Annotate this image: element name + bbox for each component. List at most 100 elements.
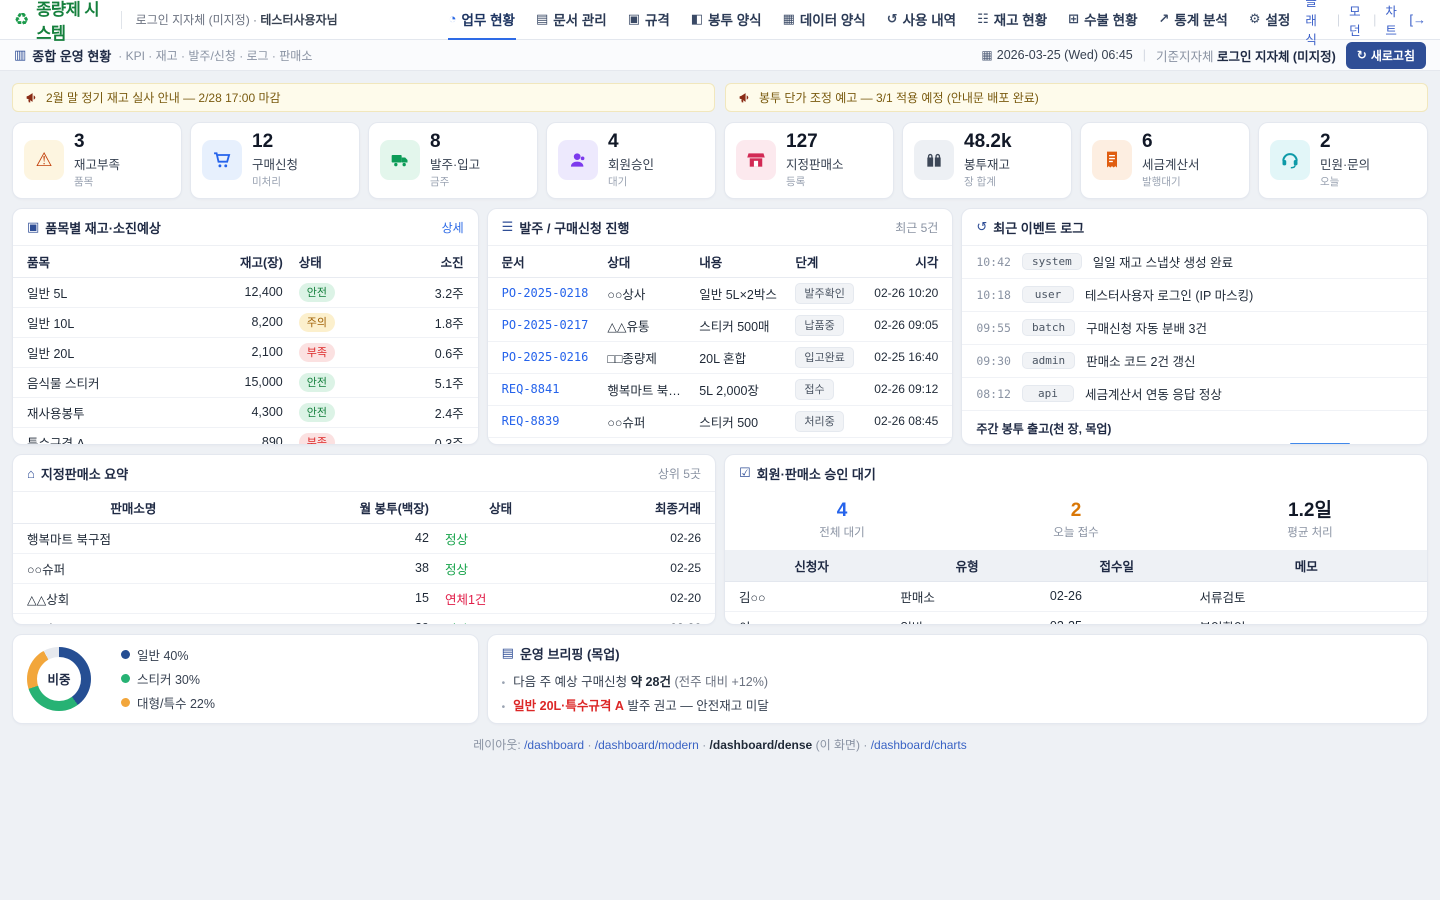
nav-tab-settings[interactable]: ⚙설정 (1248, 0, 1292, 40)
table-icon: ▦ (783, 11, 795, 27)
layout-link-modern[interactable]: /dashboard/modern (595, 738, 699, 752)
table-row[interactable]: △△상회15연체1건02-20 (13, 583, 715, 613)
stat-today-received: 2 (959, 500, 1193, 522)
nav-tab-usage-history[interactable]: ↺사용 내역 (886, 0, 957, 40)
table-row[interactable]: 행복마트 북구점42정상02-26 (13, 523, 715, 553)
cart-icon (202, 140, 242, 180)
status-badge: 부족 (299, 433, 335, 445)
stage-badge: 입고완료 (795, 347, 853, 368)
region-value: 로그인 지자체 (미지정) (1217, 50, 1336, 64)
table-row[interactable]: 일반 10L8,200주의1.8주 (13, 307, 478, 337)
brand: ♻ 종량제 시스템 (14, 0, 107, 44)
nav-tab-inventory[interactable]: ☷재고 현황 (976, 0, 1048, 40)
kpi-label: 봉투재고 (964, 154, 1012, 173)
status-badge: 안전 (299, 283, 335, 302)
table-row[interactable]: 음식물 스티커15,000안전5.1주 (13, 367, 478, 397)
kpi-card-tax-invoice[interactable]: 6세금계산서발행대기 (1080, 122, 1250, 199)
share-donut-panel: 비중 일반 40% 스티커 30% 대형/특수 22% (12, 634, 479, 724)
table-row[interactable]: ○○슈퍼38정상02-25 (13, 553, 715, 583)
document-link[interactable]: PO-2025-0218 (502, 286, 589, 300)
layout-link-charts[interactable]: /dashboard/charts (871, 738, 967, 752)
table-row[interactable]: 김○○판매소02-26서류검토 (725, 581, 1427, 611)
log-row: 08:12api세금계산서 연동 응답 정상 (962, 378, 1427, 411)
kpi-card-purchase-requests[interactable]: 12구매신청미처리 (190, 122, 360, 199)
weekly-bar-chart (962, 443, 1427, 445)
table-row[interactable]: PO-2025-0217△△유통스티커 500매납품중02-26 09:05 (488, 309, 953, 341)
breadcrumb: · KPI · 재고 · 발주/신청 · 로그 · 판매소 (118, 47, 312, 64)
kpi-sub: 미처리 (252, 174, 298, 189)
kpi-card-member-approval[interactable]: 4회원승인대기 (546, 122, 716, 199)
weekly-chart-title: 주간 봉투 출고(천 장, 목업) (962, 411, 1427, 443)
kpi-sub: 금주 (430, 174, 480, 189)
legend-item: 대형/특수 22% (121, 693, 215, 712)
document-link[interactable]: REQ-8841 (502, 382, 560, 396)
legend-dot (121, 674, 130, 683)
column-header: 접수일 (1042, 550, 1192, 582)
table-row[interactable]: 재사용봉투4,300안전2.4주 (13, 397, 478, 427)
refresh-button[interactable]: ↻새로고침 (1346, 42, 1426, 69)
column-header: 최종거래 (564, 492, 715, 524)
logout-icon[interactable]: [→ (1409, 12, 1426, 27)
current-note: (이 화면) (816, 738, 860, 752)
grid-icon: ▥ (14, 47, 26, 63)
layout-link-dashboard[interactable]: /dashboard (524, 738, 584, 752)
column-header: 상태 (437, 492, 564, 524)
view-link-modern[interactable]: 모던 (1349, 1, 1364, 39)
notice-banner: 봉투 단가 조정 예고 — 3/1 적용 예정 (안내문 배포 완료) (725, 83, 1428, 112)
log-tag-badge: user (1022, 286, 1074, 303)
calendar-icon: ▦ (981, 48, 992, 62)
history-icon: ↺ (887, 11, 898, 27)
table-row[interactable]: 일반 20L2,100부족0.6주 (13, 337, 478, 367)
nav-tab-specs[interactable]: ▣규격 (627, 0, 671, 40)
log-row: 10:42system일일 재고 스냅샷 생성 완료 (962, 246, 1427, 279)
login-user-line: 로그인 지자체 (미지정) · 테스터사용자님 (136, 11, 338, 28)
region-label: 기준지자체 (1156, 50, 1214, 64)
nav-tab-stats[interactable]: ↗통계 분석 (1158, 0, 1229, 40)
log-row: 09:30admin판매소 코드 2건 갱신 (962, 345, 1427, 378)
panel-title: 최근 이벤트 로그 (993, 218, 1084, 237)
log-row: 09:55batch구매신청 자동 분배 3건 (962, 312, 1427, 345)
nav-tab-documents[interactable]: ▤문서 관리 (535, 0, 608, 40)
table-row[interactable]: PO-2025-0218○○상사일반 5L×2박스발주확인02-26 10:20 (488, 277, 953, 309)
table-row[interactable]: 특수규격 A890부족0.3주 (13, 427, 478, 445)
divider (121, 11, 122, 29)
divider: | (1337, 13, 1340, 27)
bar-sat (1290, 443, 1350, 445)
top-bar: ♻ 종량제 시스템 로그인 지자체 (미지정) · 테스터사용자님 ◔업무 현황… (0, 0, 1440, 40)
notice-banner: 2월 말 정기 재고 실사 안내 — 2/28 17:00 마감 (12, 83, 715, 112)
column-header: 단계 (787, 246, 864, 278)
nav-tab-data-forms[interactable]: ▦데이터 양식 (782, 0, 867, 40)
table-row[interactable]: 일반 5L12,400안전3.2주 (13, 277, 478, 307)
log-tag-badge: admin (1022, 352, 1075, 369)
inventory-icon: ☷ (977, 11, 989, 27)
nav-tab-work-status[interactable]: ◔업무 현황 (448, 0, 516, 40)
datetime: ▦2026-03-25 (Wed) 06:45 (981, 48, 1132, 62)
document-link[interactable]: PO-2025-0217 (502, 318, 589, 332)
table-row[interactable]: REQ-8841행복마트 북…5L 2,000장접수02-26 09:12 (488, 373, 953, 405)
document-link[interactable]: REQ-8839 (502, 414, 560, 428)
nav-tab-ledger[interactable]: ⊞수불 현황 (1067, 0, 1138, 40)
bag-icon: ◧ (691, 11, 703, 27)
store-summary-panel: ⌂ 지정판매소 요약 상위 5곳 판매소명 월 봉투(백장) 상태 최종거래 행… (12, 454, 716, 625)
kpi-sub: 등록 (786, 174, 844, 189)
table-row[interactable]: □□마트29정상02-26 (13, 613, 715, 625)
kpi-card-designated-stores[interactable]: 127지정판매소등록 (724, 122, 894, 199)
table-row[interactable]: PO-2025-0216□□종량제20L 혼합입고완료02-25 16:40 (488, 341, 953, 373)
kpi-row: ⚠ 3재고부족품목 12구매신청미처리 8발주·입고금주 4회원승인대기 127… (12, 122, 1428, 199)
kpi-card-bag-stock[interactable]: 48.2k봉투재고장 합계 (902, 122, 1072, 199)
megaphone-icon (738, 91, 751, 104)
kpi-card-complaints[interactable]: 2민원·문의오늘 (1258, 122, 1428, 199)
column-header: 상대 (599, 246, 691, 278)
kpi-sub: 오늘 (1320, 174, 1370, 189)
panel-title: 지정판매소 요약 (41, 464, 128, 483)
nav-tab-bag-forms[interactable]: ◧봉투 양식 (690, 0, 763, 40)
kpi-card-orders-inbound[interactable]: 8발주·입고금주 (368, 122, 538, 199)
kpi-card-low-stock[interactable]: ⚠ 3재고부족품목 (12, 122, 182, 199)
briefing-item: •세금계산서 6건 미발행 — 담당 회계에 알림 발송됨 (502, 717, 1413, 724)
kpi-value: 127 (786, 132, 844, 153)
table-row[interactable]: 이○○일반02-25본인확인 (725, 611, 1427, 625)
view-link-chart[interactable]: 차트 (1385, 1, 1400, 39)
detail-link[interactable]: 상세 (442, 219, 464, 236)
document-link[interactable]: PO-2025-0216 (502, 350, 589, 364)
table-row[interactable]: REQ-8839○○슈퍼스티커 500처리중02-26 08:45 (488, 405, 953, 437)
